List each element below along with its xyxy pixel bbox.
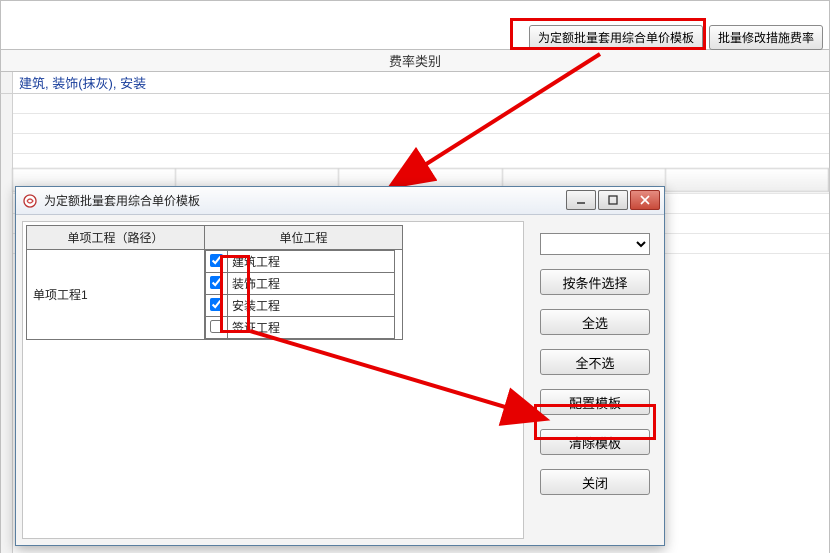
project-table-wrap: 单项工程（路径） 单位工程 单项工程1 建筑工程 装饰	[26, 225, 406, 340]
dialog-body: 单项工程（路径） 单位工程 单项工程1 建筑工程 装饰	[16, 215, 664, 545]
select-by-condition-button[interactable]: 按条件选择	[540, 269, 650, 295]
maximize-button[interactable]	[598, 190, 628, 210]
grid-header: 费率类别	[0, 50, 830, 72]
dialog-title: 为定额批量套用综合单价模板	[44, 192, 200, 209]
checkbox-item-1[interactable]	[210, 276, 223, 289]
grid-row-1[interactable]: 建筑, 装饰(抹灰), 安装	[0, 72, 830, 94]
grid-cell-category: 建筑, 装饰(抹灰), 安装	[19, 73, 146, 92]
checkbox-item-2[interactable]	[210, 298, 223, 311]
col2-header: 单位工程	[205, 226, 403, 250]
project-table: 单项工程（路径） 单位工程 单项工程1 建筑工程 装饰	[26, 225, 403, 340]
app-icon	[22, 193, 38, 209]
list-item: 签证工程	[206, 317, 395, 339]
item-label[interactable]: 建筑工程	[228, 251, 395, 273]
select-none-button[interactable]: 全不选	[540, 349, 650, 375]
dialog-titlebar[interactable]: 为定额批量套用综合单价模板	[16, 187, 664, 215]
item-label[interactable]: 装饰工程	[228, 273, 395, 295]
close-button[interactable]	[630, 190, 660, 210]
row-handle[interactable]	[1, 72, 13, 93]
top-toolbar: 为定额批量套用综合单价模板 批量修改措施费率	[0, 0, 830, 50]
filter-select[interactable]	[540, 233, 650, 255]
list-item: 装饰工程	[206, 273, 395, 295]
clear-template-button[interactable]: 清除模板	[540, 429, 650, 455]
grid-header-label: 费率类别	[389, 51, 441, 70]
modify-rate-button[interactable]: 批量修改措施费率	[709, 25, 823, 50]
minimize-button[interactable]	[566, 190, 596, 210]
row-handle-col	[1, 94, 13, 553]
template-dialog: 为定额批量套用综合单价模板 单项工程（路径） 单位工程 单项工程1	[15, 186, 665, 546]
unit-project-list: 建筑工程 装饰工程 安装工程	[205, 250, 395, 339]
dialog-side-buttons: 按条件选择 全选 全不选 配置模板 清除模板 关闭	[540, 233, 650, 495]
list-item: 建筑工程	[206, 251, 395, 273]
list-item: 安装工程	[206, 295, 395, 317]
close-dialog-button[interactable]: 关闭	[540, 469, 650, 495]
configure-template-button[interactable]: 配置模板	[540, 389, 650, 415]
project-path-cell[interactable]: 单项工程1	[27, 250, 205, 340]
checkbox-item-3[interactable]	[210, 320, 223, 333]
col1-header: 单项工程（路径）	[27, 226, 205, 250]
apply-template-button[interactable]: 为定额批量套用综合单价模板	[529, 25, 703, 50]
item-label[interactable]: 安装工程	[228, 295, 395, 317]
select-all-button[interactable]: 全选	[540, 309, 650, 335]
checkbox-item-0[interactable]	[210, 254, 223, 267]
item-label[interactable]: 签证工程	[228, 317, 395, 339]
